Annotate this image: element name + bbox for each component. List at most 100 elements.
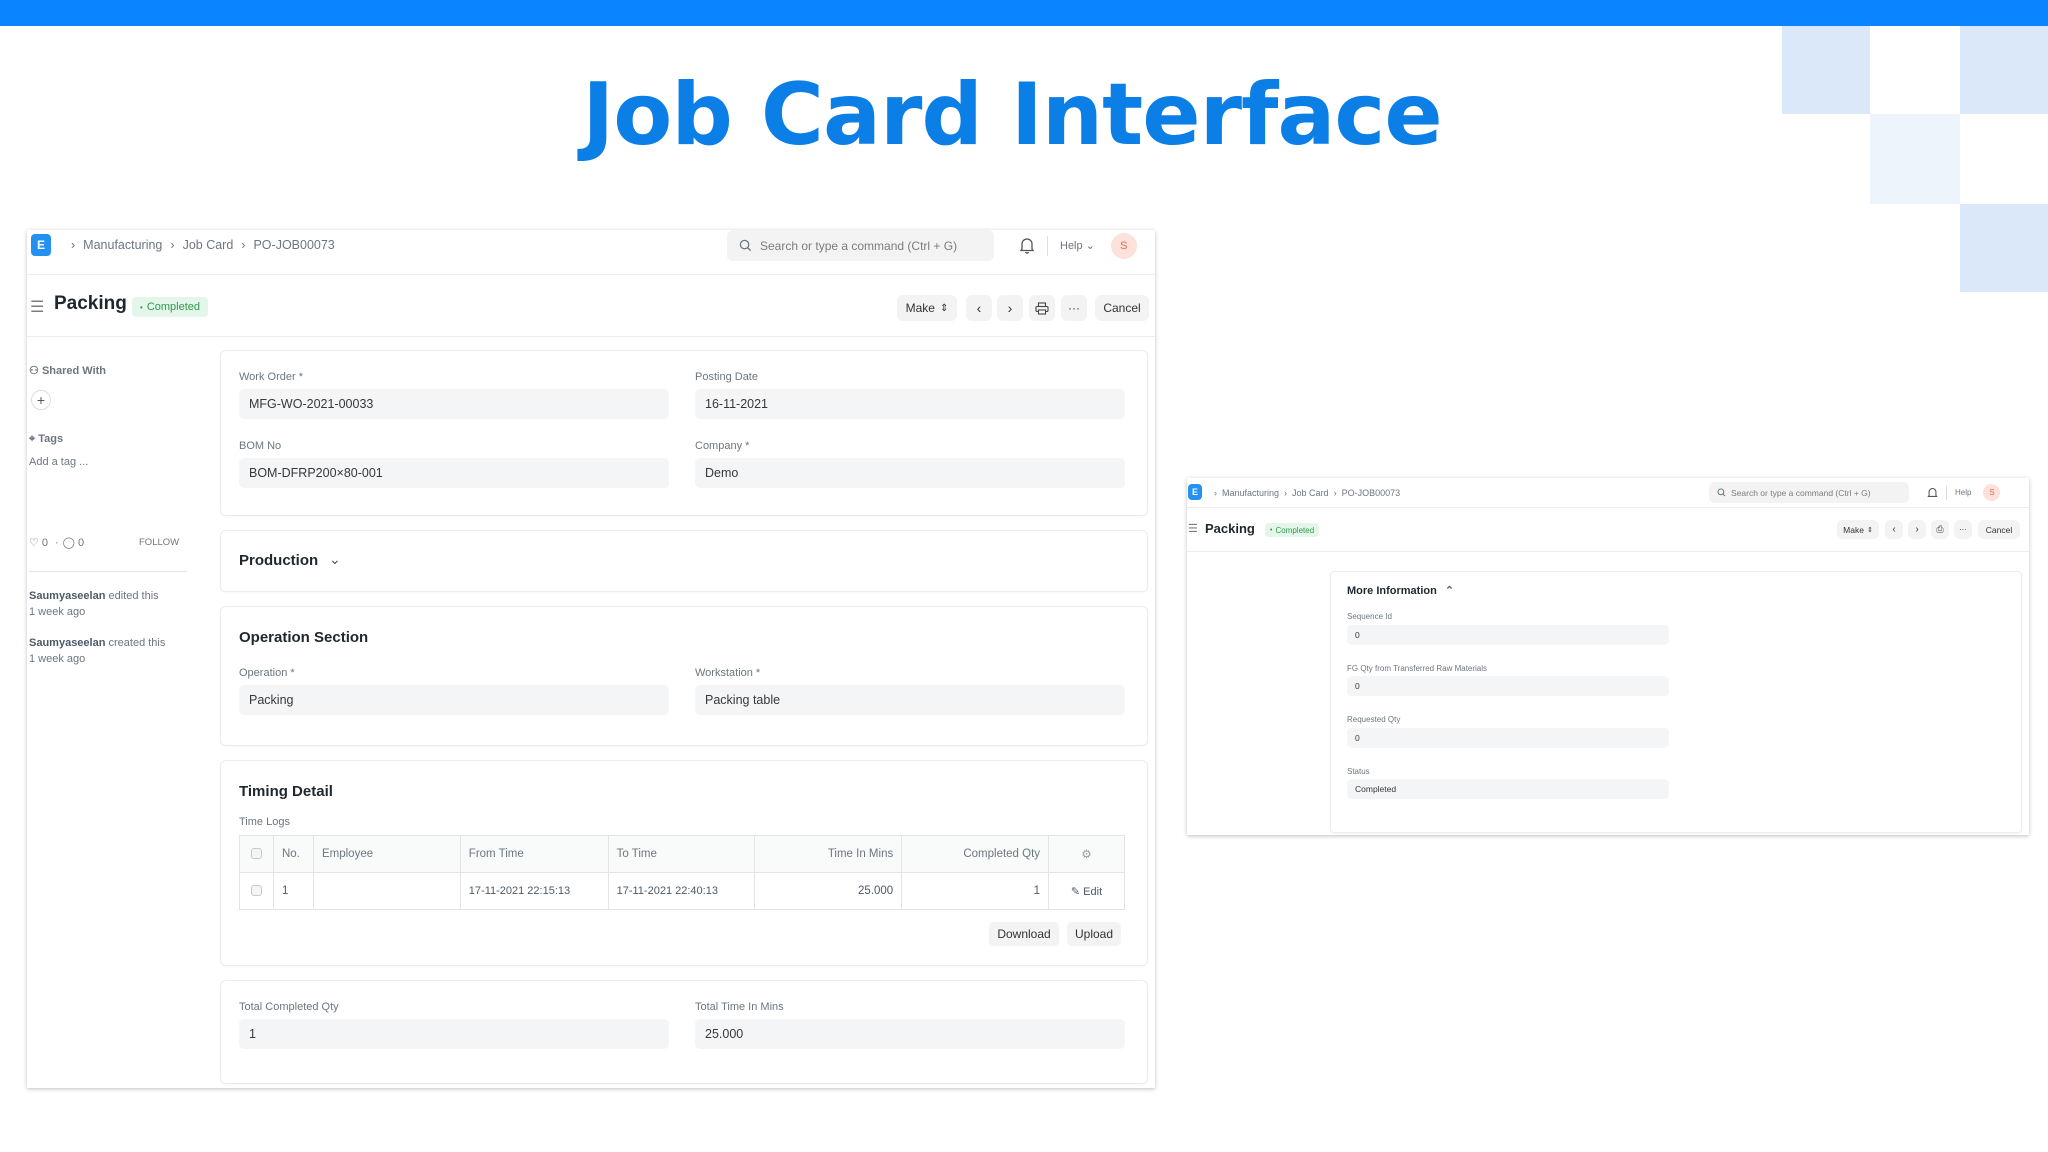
job-card-screenshot-main: E › Manufacturing › Job Card › PO-JOB000… bbox=[27, 230, 1155, 1088]
status-label: Status bbox=[1347, 767, 1370, 776]
add-tag-link[interactable]: Add a tag ... bbox=[29, 456, 88, 468]
app-logo[interactable]: E bbox=[1188, 484, 1202, 500]
bom-field[interactable]: BOM-DFRP200×80-001 bbox=[239, 458, 669, 488]
cell-time-in-mins[interactable]: 25.000 bbox=[754, 872, 903, 910]
engagement-row: ♡ 0 · ◯ 0 bbox=[29, 536, 85, 550]
activity-user[interactable]: Saumyaseelan bbox=[29, 637, 105, 649]
select-all-cell[interactable] bbox=[239, 835, 274, 873]
work-order-field[interactable]: MFG-WO-2021-00033 bbox=[239, 389, 669, 419]
cell-no: 1 bbox=[272, 872, 314, 910]
posting-date-field[interactable]: 16-11-2021 bbox=[695, 389, 1125, 419]
operation-field[interactable]: Packing bbox=[239, 685, 669, 715]
fg-qty-field[interactable]: 0 bbox=[1347, 676, 1669, 696]
gear-icon[interactable]: ⚙ bbox=[1081, 849, 1091, 861]
print-button[interactable] bbox=[1029, 295, 1055, 321]
cancel-button[interactable]: Cancel bbox=[1978, 520, 2020, 539]
slide-top-bar bbox=[0, 0, 2048, 26]
production-section[interactable]: Production ⌄ bbox=[220, 530, 1148, 592]
avatar[interactable]: S bbox=[1983, 484, 2001, 501]
more-information-title[interactable]: More Information ⌃ bbox=[1347, 584, 1454, 597]
tags-label: Tags bbox=[38, 433, 64, 445]
more-button[interactable]: ··· bbox=[1954, 520, 1972, 539]
hamburger-icon[interactable]: ☰ bbox=[1188, 522, 1198, 535]
row-select-cell[interactable] bbox=[239, 872, 274, 910]
sort-icon: ⇕ bbox=[1866, 526, 1873, 534]
tags-section: ⌖ Tags bbox=[29, 433, 63, 446]
status-field[interactable]: Completed bbox=[1347, 779, 1669, 799]
bell-icon[interactable] bbox=[1927, 487, 1938, 499]
table-row[interactable]: 1 17-11-2021 22:15:13 17-11-2021 22:40:1… bbox=[239, 872, 1125, 910]
comment-icon[interactable]: ◯ bbox=[63, 536, 75, 549]
time-logs-label: Time Logs bbox=[239, 816, 290, 828]
activity-user[interactable]: Saumyaseelan bbox=[29, 590, 105, 602]
total-time-label: Total Time In Mins bbox=[695, 1001, 784, 1013]
status-badge: • Completed bbox=[1265, 523, 1320, 537]
activity-action: edited this bbox=[108, 590, 159, 602]
select-all-checkbox[interactable] bbox=[250, 848, 262, 860]
download-button[interactable]: Download bbox=[989, 922, 1059, 946]
column-header-employee: Employee bbox=[312, 835, 461, 873]
breadcrumb-current[interactable]: PO-JOB00073 bbox=[253, 238, 334, 252]
search-icon bbox=[739, 239, 752, 252]
bell-icon[interactable] bbox=[1019, 237, 1035, 254]
cell-employee[interactable] bbox=[312, 872, 461, 910]
company-label: Company * bbox=[695, 440, 750, 452]
edit-row-button[interactable]: ✎ Edit bbox=[1048, 872, 1125, 910]
breadcrumb: › Manufacturing › Job Card › PO-JOB00073 bbox=[1209, 488, 1400, 498]
app-logo[interactable]: E bbox=[31, 234, 51, 256]
cell-to-time[interactable]: 17-11-2021 22:40:13 bbox=[607, 872, 756, 910]
hamburger-icon[interactable]: ☰ bbox=[30, 297, 44, 317]
search-input[interactable]: Search or type a command (Ctrl + G) bbox=[1709, 482, 1909, 503]
operation-section-title: Operation Section bbox=[239, 629, 369, 646]
breadcrumb-manufacturing[interactable]: Manufacturing bbox=[83, 238, 162, 252]
workstation-field[interactable]: Packing table bbox=[695, 685, 1125, 715]
avatar[interactable]: S bbox=[1110, 232, 1137, 259]
add-share-button[interactable]: + bbox=[31, 390, 51, 410]
chevron-right-icon: › bbox=[1214, 488, 1217, 498]
sequence-id-field[interactable]: 0 bbox=[1347, 625, 1669, 645]
column-settings-cell[interactable]: ⚙ bbox=[1048, 835, 1125, 873]
help-menu[interactable]: Help bbox=[1955, 488, 1971, 497]
breadcrumb-current[interactable]: PO-JOB00073 bbox=[1342, 488, 1401, 498]
help-menu[interactable]: Help bbox=[1060, 240, 1083, 252]
breadcrumb-job-card[interactable]: Job Card bbox=[1292, 488, 1329, 498]
heart-icon[interactable]: ♡ bbox=[29, 536, 39, 549]
activity-time: 1 week ago bbox=[29, 653, 86, 665]
chevron-left-icon: ‹ bbox=[976, 300, 982, 316]
previous-button[interactable]: ‹ bbox=[1885, 520, 1903, 539]
follow-button[interactable]: FOLLOW bbox=[139, 537, 179, 548]
column-header-to-time: To Time bbox=[607, 835, 756, 873]
next-button[interactable]: › bbox=[1908, 520, 1926, 539]
breadcrumb-manufacturing[interactable]: Manufacturing bbox=[1222, 488, 1279, 498]
column-header-no: No. bbox=[272, 835, 314, 873]
breadcrumb-job-card[interactable]: Job Card bbox=[183, 238, 234, 252]
row-checkbox[interactable] bbox=[250, 885, 262, 897]
previous-button[interactable]: ‹ bbox=[966, 295, 992, 321]
totals-section: Total Completed Qty 1 Total Time In Mins… bbox=[220, 980, 1148, 1084]
details-card: Work Order * MFG-WO-2021-00033 Posting D… bbox=[220, 350, 1148, 516]
cancel-button[interactable]: Cancel bbox=[1095, 295, 1149, 321]
activity-time: 1 week ago bbox=[29, 606, 86, 618]
print-button[interactable]: ⎙ bbox=[1931, 520, 1949, 539]
make-button[interactable]: Make ⇕ bbox=[897, 295, 957, 321]
more-button[interactable]: ··· bbox=[1061, 295, 1087, 321]
chevron-right-icon: › bbox=[71, 238, 76, 252]
search-placeholder: Search or type a command (Ctrl + G) bbox=[1731, 487, 1871, 498]
work-order-label: Work Order * bbox=[239, 371, 303, 383]
total-completed-qty-field[interactable]: 1 bbox=[239, 1019, 669, 1049]
activity-action: created this bbox=[108, 637, 166, 649]
page-head: ☰ Packing • Completed Make ⇕ ‹ › ··· Canc… bbox=[27, 275, 1155, 337]
total-time-field[interactable]: 25.000 bbox=[695, 1019, 1125, 1049]
upload-button[interactable]: Upload bbox=[1067, 922, 1121, 946]
cell-completed-qty[interactable]: 1 bbox=[901, 872, 1050, 910]
search-input[interactable]: Search or type a command (Ctrl + G) bbox=[727, 230, 994, 261]
company-field[interactable]: Demo bbox=[695, 458, 1125, 488]
time-logs-table: No. Employee From Time To Time Time In M… bbox=[239, 835, 1125, 910]
next-button[interactable]: › bbox=[997, 295, 1023, 321]
status-badge: • Completed bbox=[132, 297, 209, 317]
more-information-label: More Information bbox=[1347, 585, 1437, 597]
requested-qty-field[interactable]: 0 bbox=[1347, 728, 1669, 748]
fg-qty-label: FG Qty from Transferred Raw Materials bbox=[1347, 664, 1488, 673]
cell-from-time[interactable]: 17-11-2021 22:15:13 bbox=[459, 872, 609, 910]
make-button[interactable]: Make ⇕ bbox=[1837, 520, 1879, 539]
